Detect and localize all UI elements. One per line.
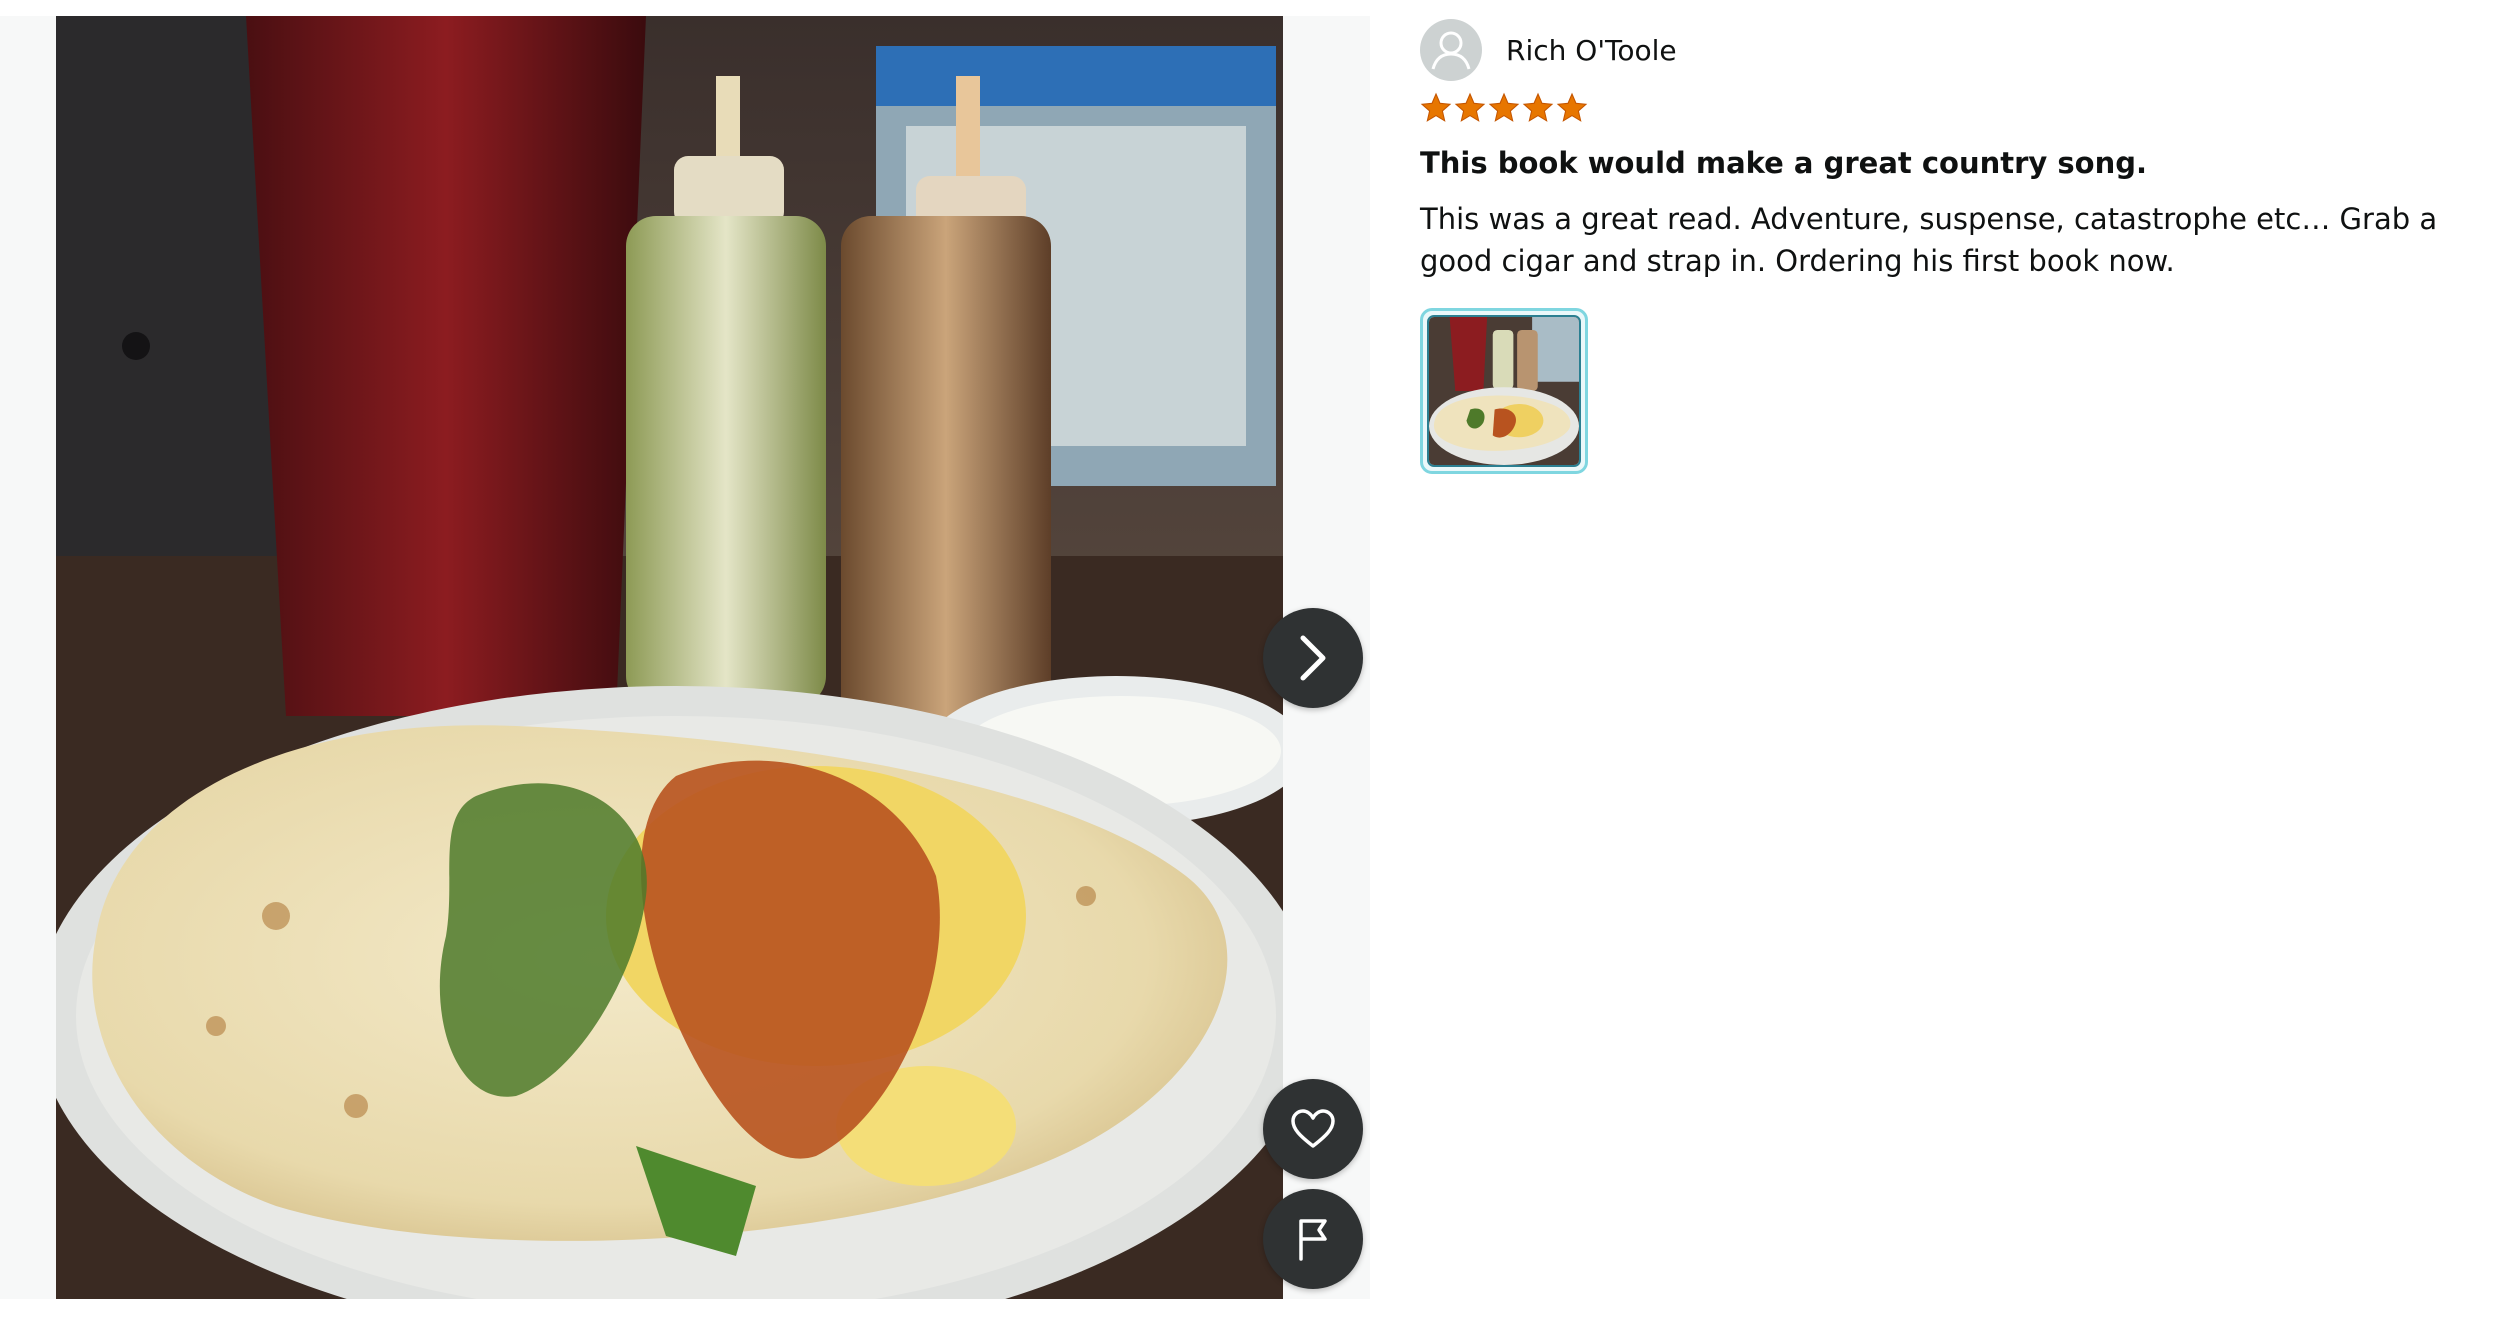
flag-icon [1299,1219,1327,1261]
reviewer-profile[interactable]: Rich O'Toole [1420,18,1677,82]
heart-icon [1291,1109,1335,1148]
next-image-button[interactable] [1263,608,1363,708]
report-button[interactable] [1263,1189,1363,1289]
chevron-right-icon [1300,635,1326,681]
star-icon [1488,92,1520,122]
avatar [1420,19,1482,81]
star-rating [1420,92,1588,124]
review-body: This was a great read. Adventure, suspen… [1420,202,2438,278]
star-icon [1522,92,1554,122]
like-button[interactable] [1263,1079,1363,1179]
thumbnail-image [1427,315,1581,467]
star-icon [1420,92,1452,122]
media-viewer [0,16,1370,1299]
reviewer-name[interactable]: Rich O'Toole [1506,34,1677,67]
review-title: This book would make a great country son… [1420,146,2148,180]
star-icon [1454,92,1486,122]
review-photo [56,16,1283,1299]
user-icon [1422,21,1480,79]
star-icon [1556,92,1588,122]
review-image-thumbnail[interactable] [1420,308,1588,474]
